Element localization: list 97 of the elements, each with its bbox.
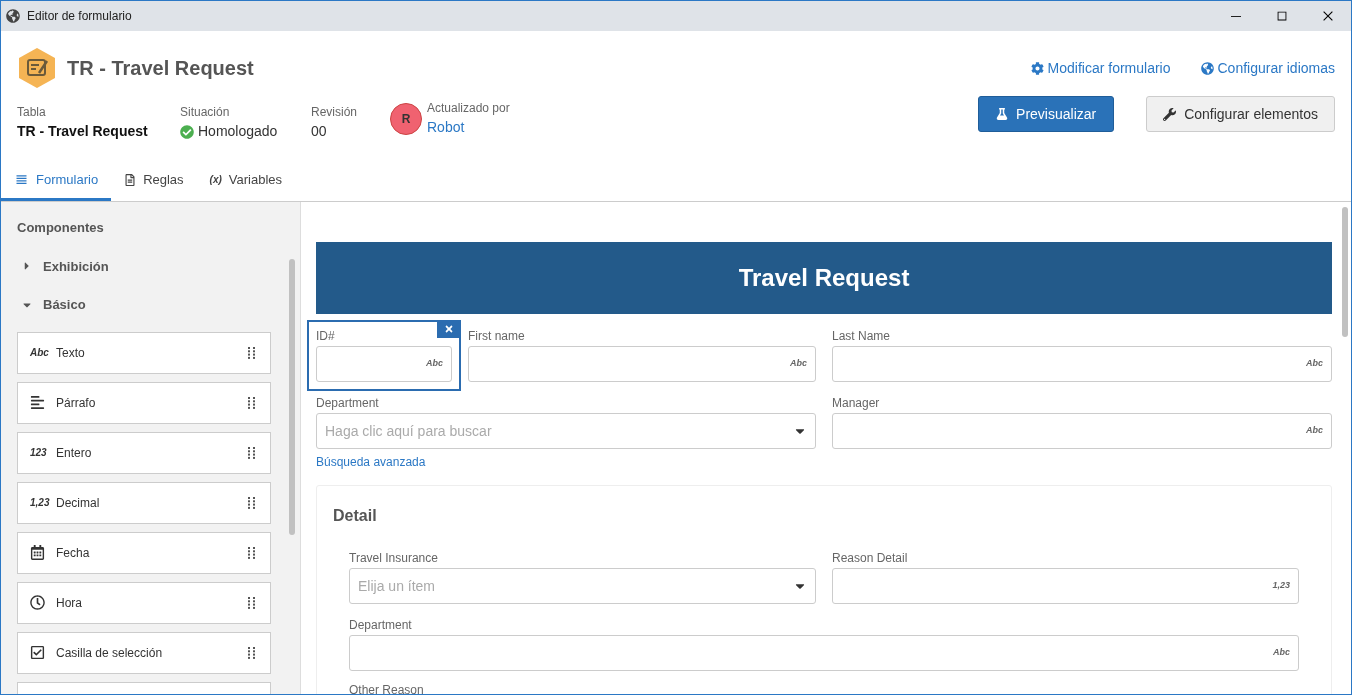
field-type-tag: Abc <box>1306 424 1323 438</box>
info-value: 00 <box>311 122 327 141</box>
tab[interactable]: Reglas <box>111 161 197 201</box>
paragraph-icon <box>30 395 45 410</box>
component-item[interactable]: Fecha <box>17 531 271 574</box>
selected-field-frame[interactable]: ID# Abc <box>307 320 461 391</box>
globe-icon <box>6 9 20 23</box>
flask-icon <box>996 108 1009 120</box>
sidebar-scrollbar[interactable] <box>289 259 295 535</box>
field-type-tag: Abc <box>1306 357 1323 371</box>
tab-label: Reglas <box>143 170 184 189</box>
form-banner: Travel Request <box>316 242 1332 314</box>
checkbox-icon <box>30 645 45 660</box>
type-tag: Abc <box>30 345 52 360</box>
field-label: First name <box>468 329 526 344</box>
field-type-tag: Abc <box>426 357 443 371</box>
component-label: Texto <box>56 344 85 362</box>
form-hexagon-icon <box>17 47 57 89</box>
drag-handle-icon[interactable] <box>248 646 256 659</box>
info-label: Situación <box>180 104 231 121</box>
input-field[interactable]: Abc <box>832 413 1332 449</box>
header-link[interactable]: Modificar formulario <box>1030 57 1171 79</box>
main-scrollbar[interactable] <box>1342 207 1348 337</box>
component-item[interactable]: Hora <box>17 581 271 624</box>
drag-handle-icon[interactable] <box>248 496 256 509</box>
input-field[interactable]: 1,23 <box>832 568 1299 604</box>
window-title: Editor de formulario <box>27 8 132 25</box>
remove-field-button[interactable] <box>437 320 461 338</box>
drag-handle-icon[interactable] <box>248 596 256 609</box>
list-icon <box>14 172 29 187</box>
component-label: Hora <box>56 594 82 612</box>
field-label: ID# <box>316 329 336 344</box>
input-field[interactable]: Abc <box>832 346 1332 382</box>
drag-handle-icon[interactable] <box>248 396 256 409</box>
user-link[interactable]: Robot <box>427 117 510 138</box>
input-field[interactable]: Abc <box>316 346 452 382</box>
close-icon <box>1321 9 1335 23</box>
field-label: Reason Detail <box>832 551 909 566</box>
field-label: Travel Insurance <box>349 551 439 566</box>
dropdown-placeholder: Elija un ítem <box>358 576 436 596</box>
field-label: Other Reason <box>349 683 425 694</box>
preview-button[interactable]: Previsualizar <box>978 96 1115 132</box>
sidebar-title: Componentes <box>17 219 105 237</box>
input-field[interactable]: Abc <box>468 346 816 382</box>
field-label: Manager <box>832 396 881 411</box>
configure-button[interactable]: Configurar elementos <box>1146 96 1335 132</box>
group-label: Básico <box>43 296 86 314</box>
close-icon <box>444 324 454 334</box>
info-value: TR - Travel Request <box>17 122 148 141</box>
component-label: Entero <box>56 444 92 462</box>
drag-handle-icon[interactable] <box>248 546 256 559</box>
drag-handle-icon[interactable] <box>248 346 256 359</box>
field-type-tag: 1,23 <box>1272 579 1290 593</box>
component-label: Decimal <box>56 494 100 512</box>
variable-tag: (x) <box>209 172 222 187</box>
form-title: TR - Travel Request <box>67 56 254 81</box>
field-label: Department <box>349 618 413 633</box>
approved-badge-icon <box>180 124 194 139</box>
component-label: Párrafo <box>56 394 96 412</box>
header-link[interactable]: Configurar idiomas <box>1200 57 1335 79</box>
dropdown-placeholder: Haga clic aquí para buscar <box>325 421 492 441</box>
input-field[interactable]: Abc <box>349 635 1299 671</box>
settings-icon <box>1030 61 1044 75</box>
field-label: Department <box>316 396 380 411</box>
wrench-icon <box>1163 107 1177 121</box>
clock-icon <box>30 595 45 610</box>
tab-label: Formulario <box>36 170 99 189</box>
field-type-tag: Abc <box>790 357 807 371</box>
field-type-tag: Abc <box>1273 646 1290 660</box>
component-label: Casilla de selección <box>56 644 163 662</box>
info-label: Revisión <box>311 104 359 121</box>
info-label: Tabla <box>17 104 47 121</box>
section-title: Detail <box>333 506 378 526</box>
component-item[interactable]: 1,23 Decimal <box>17 481 271 524</box>
info-label: Actualizado por <box>427 100 510 117</box>
minimize-icon <box>1231 15 1241 17</box>
tab[interactable]: (x) Variables <box>196 161 296 201</box>
group-toggle[interactable]: Exhibición <box>21 256 270 276</box>
tab-label: Variables <box>228 170 283 189</box>
group-toggle[interactable]: Básico <box>21 295 270 315</box>
component-item[interactable]: 123 Entero <box>17 431 271 474</box>
calendar-icon <box>30 545 45 560</box>
drag-handle-icon[interactable] <box>248 446 256 459</box>
component-item[interactable]: Párrafo <box>17 381 271 424</box>
advanced-search-link[interactable]: Búsqueda avanzada <box>316 453 816 471</box>
type-tag: 123 <box>30 445 52 460</box>
component-item[interactable]: Casilla de selección <box>17 631 271 674</box>
maximize-icon <box>1275 9 1289 23</box>
group-label: Exhibición <box>43 257 109 276</box>
component-item[interactable]: Abc Texto <box>17 331 271 374</box>
field-label: Last Name <box>832 329 892 344</box>
globe-icon <box>1200 61 1214 75</box>
avatar: R <box>390 102 422 135</box>
document-icon <box>124 173 137 186</box>
info-value: Homologado <box>198 122 278 141</box>
type-tag: 1,23 <box>30 495 52 510</box>
component-label: Fecha <box>56 544 90 562</box>
